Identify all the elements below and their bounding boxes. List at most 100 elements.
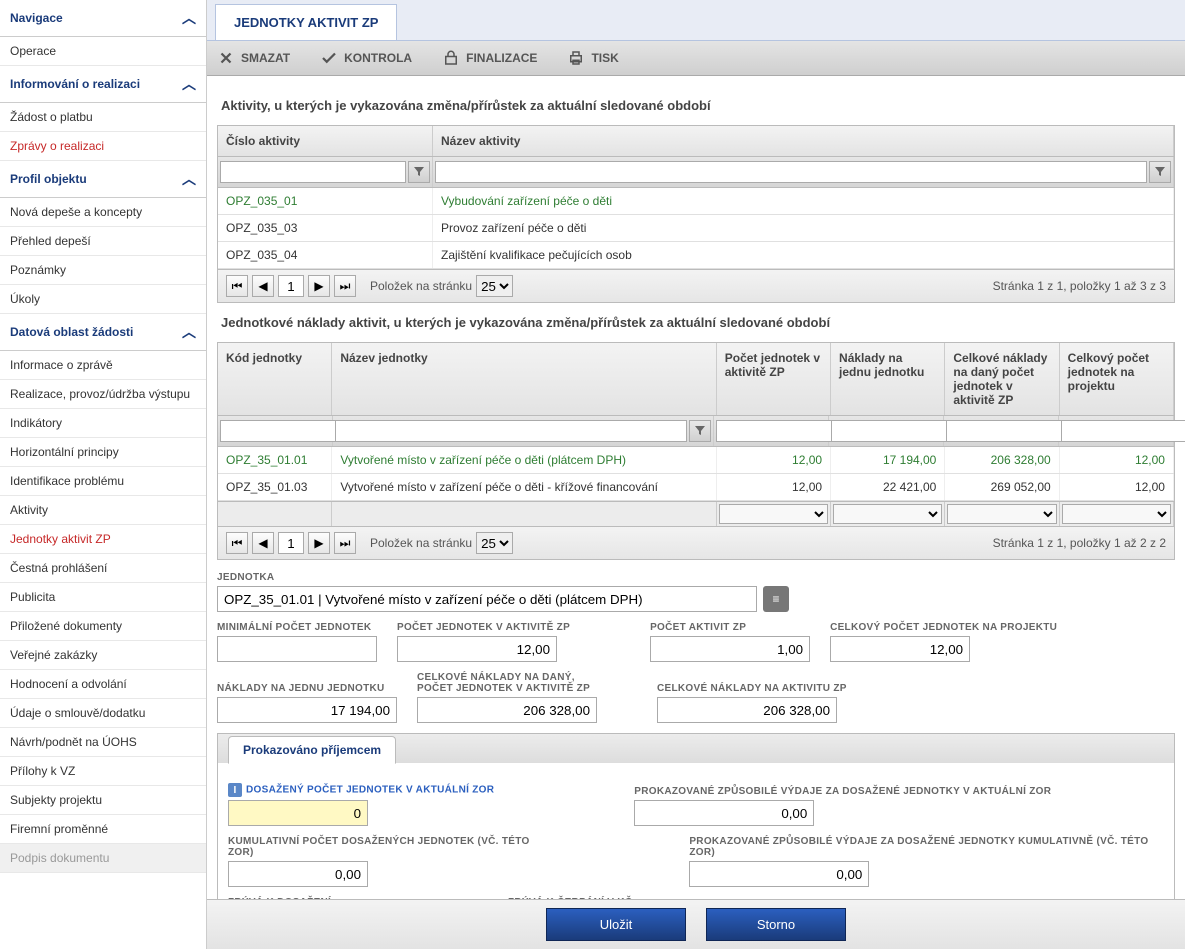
nav-item[interactable]: Publicita <box>0 583 206 612</box>
finalizace-button[interactable]: FINALIZACE <box>442 49 537 67</box>
pager-last-icon[interactable]: ⏭ <box>334 532 356 554</box>
col-kod[interactable]: Kód jednotky <box>218 343 332 415</box>
pager-page-input[interactable] <box>278 275 304 297</box>
celk-nakl-zp-input[interactable] <box>417 697 597 723</box>
pager-info: Stránka 1 z 1, položky 1 až 2 z 2 <box>993 536 1166 550</box>
smazat-button[interactable]: SMAZAT <box>217 49 290 67</box>
pager-first-icon[interactable]: ⏮ <box>226 532 248 554</box>
col-nazev[interactable]: Název aktivity <box>433 126 1174 156</box>
celk-nakl-akt-input[interactable] <box>657 697 837 723</box>
col-nazev-j[interactable]: Název jednotky <box>332 343 716 415</box>
table-row[interactable]: OPZ_35_01.03Vytvořené místo v zařízení p… <box>218 474 1174 501</box>
pager-prev-icon[interactable]: ◀ <box>252 532 274 554</box>
filter-cislo[interactable] <box>220 161 406 183</box>
tab-prokazovano[interactable]: Prokazováno příjemcem <box>228 736 396 764</box>
filter-input[interactable] <box>1061 420 1185 442</box>
filter-icon[interactable] <box>689 420 711 442</box>
nav-item[interactable]: Indikátory <box>0 409 206 438</box>
pager-next-icon[interactable]: ▶ <box>308 532 330 554</box>
pager-page-input[interactable] <box>278 532 304 554</box>
nav-item[interactable]: Horizontální principy <box>0 438 206 467</box>
nav-item[interactable]: Přehled depeší <box>0 227 206 256</box>
nav-item[interactable]: Úkoly <box>0 285 206 314</box>
pager-first-icon[interactable]: ⏮ <box>226 275 248 297</box>
filter-icon[interactable] <box>1149 161 1171 183</box>
prokaz-kumul-input[interactable] <box>689 861 869 887</box>
nav-item[interactable]: Realizace, provoz/údržba výstupu <box>0 380 206 409</box>
min-input[interactable] <box>217 636 377 662</box>
nav-item[interactable]: Veřejné zakázky <box>0 641 206 670</box>
nav-item[interactable]: Jednotky aktivit ZP <box>0 525 206 554</box>
sum-select[interactable] <box>833 504 942 524</box>
pager-per-label: Položek na stránku <box>370 279 472 293</box>
list-icon[interactable]: ≡ <box>763 586 789 612</box>
nav-item[interactable]: Firemní proměnné <box>0 815 206 844</box>
nav-item[interactable]: Údaje o smlouvě/dodatku <box>0 699 206 728</box>
pager-info: Stránka 1 z 1, položky 1 až 3 z 3 <box>993 279 1166 293</box>
nav-header[interactable]: Datová oblast žádosti︿ <box>0 314 206 351</box>
sum-select[interactable] <box>1062 504 1171 524</box>
nav-item[interactable]: Poznámky <box>0 256 206 285</box>
nav-item[interactable]: Žádost o platbu <box>0 103 206 132</box>
nav-header[interactable]: Informování o realizaci︿ <box>0 66 206 103</box>
nav-item[interactable]: Hodnocení a odvolání <box>0 670 206 699</box>
pager-last-icon[interactable]: ⏭ <box>334 275 356 297</box>
nav-item[interactable]: Informace o zprávě <box>0 351 206 380</box>
col-celk-nakl[interactable]: Celkové náklady na daný počet jednotek v… <box>945 343 1059 415</box>
table-row[interactable]: OPZ_035_04Zajištění kvalifikace pečující… <box>218 242 1174 269</box>
sum-select[interactable] <box>947 504 1056 524</box>
kumulativni-input[interactable] <box>228 861 368 887</box>
nav-item[interactable]: Zprávy o realizaci <box>0 132 206 161</box>
nav-item[interactable]: Přílohy k VZ <box>0 757 206 786</box>
pager-next-icon[interactable]: ▶ <box>308 275 330 297</box>
pocet-zp-input[interactable] <box>397 636 557 662</box>
pager-per-select[interactable]: 25 <box>476 532 513 554</box>
nav-header[interactable]: Profil objektu︿ <box>0 161 206 198</box>
chevron-up-icon: ︿ <box>182 74 196 94</box>
pager2: ⏮ ◀ ▶ ⏭ Položek na stránku 25 Stránka 1 … <box>217 527 1175 560</box>
nav-item[interactable]: Návrh/podnět na ÚOHS <box>0 728 206 757</box>
kontrola-button[interactable]: KONTROLA <box>320 49 412 67</box>
toolbar: SMAZAT KONTROLA FINALIZACE TISK <box>207 41 1185 76</box>
lock-icon <box>442 49 460 67</box>
nav-item[interactable]: Přiložené dokumenty <box>0 612 206 641</box>
celk-proj-input[interactable] <box>830 636 970 662</box>
filter-icon[interactable] <box>408 161 430 183</box>
nav-header[interactable]: Navigace︿ <box>0 0 206 37</box>
filter-input[interactable] <box>335 420 687 442</box>
x-icon <box>217 49 235 67</box>
col-cislo[interactable]: Číslo aktivity <box>218 126 433 156</box>
pocet-akt-input[interactable] <box>650 636 810 662</box>
sidebar: Navigace︿OperaceInformování o realizaci︿… <box>0 0 207 949</box>
nav-item[interactable]: Identifikace problému <box>0 467 206 496</box>
filter-nazev[interactable] <box>435 161 1147 183</box>
nav-item[interactable]: Nová depeše a koncepty <box>0 198 206 227</box>
nav-item[interactable]: Čestná prohlášení <box>0 554 206 583</box>
sum-select[interactable] <box>719 504 828 524</box>
cancel-button[interactable]: Storno <box>706 908 846 941</box>
dosazeny-input[interactable] <box>228 800 368 826</box>
col-naklady-j[interactable]: Náklady na jednu jednotku <box>831 343 945 415</box>
pager-per-select[interactable]: 25 <box>476 275 513 297</box>
chevron-up-icon: ︿ <box>182 169 196 189</box>
grid-jednotky: Kód jednotky Název jednotky Počet jednot… <box>217 342 1175 527</box>
nav-item[interactable]: Operace <box>0 37 206 66</box>
pager-prev-icon[interactable]: ◀ <box>252 275 274 297</box>
nakl-jedn-input[interactable] <box>217 697 397 723</box>
col-celk-pocet[interactable]: Celkový počet jednotek na projektu <box>1060 343 1174 415</box>
print-icon <box>567 49 585 67</box>
jednotka-input[interactable] <box>217 586 757 612</box>
nav-item[interactable]: Aktivity <box>0 496 206 525</box>
save-button[interactable]: Uložit <box>546 908 686 941</box>
nav-item[interactable]: Podpis dokumentu <box>0 844 206 873</box>
col-pocet-zp[interactable]: Počet jednotek v aktivitě ZP <box>717 343 831 415</box>
pager-per-label: Položek na stránku <box>370 536 472 550</box>
table-row[interactable]: OPZ_035_01Vybudování zařízení péče o dět… <box>218 188 1174 215</box>
nav-item[interactable]: Subjekty projektu <box>0 786 206 815</box>
table-row[interactable]: OPZ_35_01.01Vytvořené místo v zařízení p… <box>218 447 1174 474</box>
tisk-button[interactable]: TISK <box>567 49 618 67</box>
info-icon: i <box>228 783 242 797</box>
page-tab[interactable]: JEDNOTKY AKTIVIT ZP <box>215 4 397 40</box>
table-row[interactable]: OPZ_035_03Provoz zařízení péče o děti <box>218 215 1174 242</box>
prokaz-aktualni-input[interactable] <box>634 800 814 826</box>
